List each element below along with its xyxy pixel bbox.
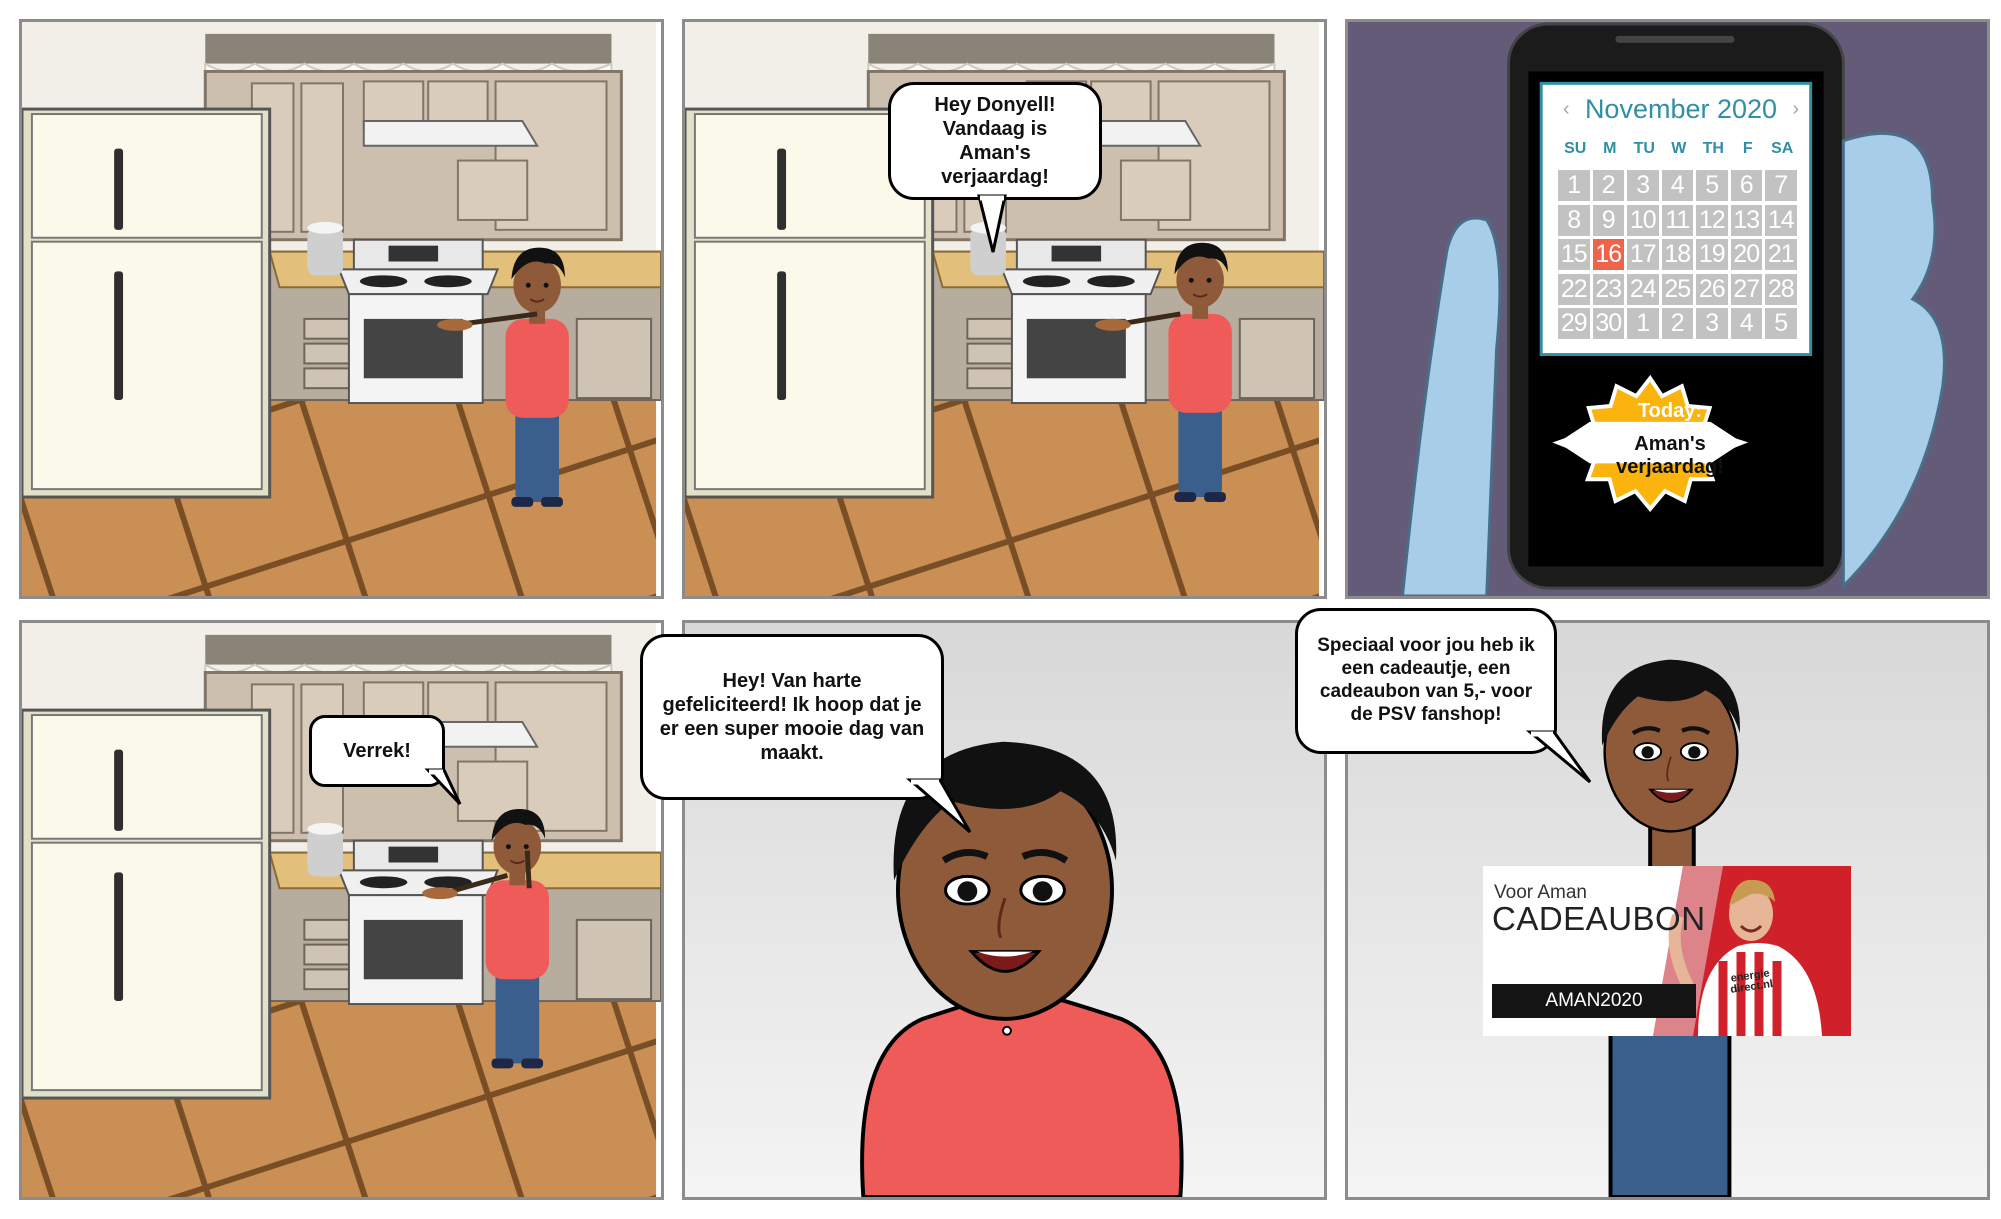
calendar-day[interactable]: 14	[1765, 204, 1797, 236]
calendar-day[interactable]: 21	[1765, 239, 1797, 270]
speech-bubble-gift: Speciaal voor jou heb ik een cadeautje, …	[1295, 608, 1557, 754]
calendar-day[interactable]: 25	[1661, 273, 1693, 305]
calendar-day[interactable]: 3	[1696, 308, 1728, 339]
speech-bubble-aman: Hey! Van harte gefeliciteerd! Ik hoop da…	[640, 634, 944, 800]
voucher-title: CADEAUBON	[1492, 900, 1706, 937]
calendar-day[interactable]: 19	[1696, 239, 1728, 270]
today-badge-text: Today: Aman's verjaardag!	[1590, 400, 1750, 479]
calendar-weekday: M	[1603, 140, 1617, 157]
today-text: Aman's verjaardag!	[1616, 433, 1724, 478]
speech-bubble-tail	[977, 194, 1007, 253]
chevron-right-icon[interactable]: ›	[1792, 98, 1799, 121]
speech-bubble-text: Hey Donyell! Vandaag is Aman's verjaarda…	[934, 94, 1056, 188]
calendar-day[interactable]: 6	[1730, 170, 1762, 201]
aman-character	[1602, 660, 1740, 832]
calendar-day[interactable]: 8	[1558, 204, 1590, 236]
speech-bubble-smart-speaker: Hey Donyell! Vandaag is Aman's verjaarda…	[888, 82, 1102, 200]
calendar-day[interactable]: 22	[1558, 273, 1590, 305]
calendar-day[interactable]: 11	[1661, 204, 1693, 236]
calendar-day[interactable]: 10	[1627, 204, 1659, 236]
calendar-day[interactable]: 5	[1696, 170, 1728, 201]
voucher-code: AMAN2020	[1492, 984, 1696, 1018]
calendar-day[interactable]: 7	[1765, 170, 1797, 201]
calendar-day-grid: 1 2 3 4 5 6 7 8 9 10 11 12 13 14 15 16 17 18 19 20 21 22 23 24 2…	[1558, 170, 1804, 342]
calendar-day[interactable]: 18	[1661, 239, 1693, 270]
comic-panel-1	[19, 19, 664, 599]
comic-panel-4	[19, 620, 664, 1200]
calendar-day[interactable]: 29	[1558, 308, 1590, 339]
calendar-day[interactable]: 13	[1730, 204, 1762, 236]
calendar-day[interactable]: 1	[1627, 308, 1659, 339]
kitchen-scene	[22, 22, 661, 596]
speech-bubble-text: Hey! Van harte gefeliciteerd! Ik hoop da…	[659, 670, 925, 764]
psv-gift-voucher: Voor Aman CADEAUBON energie direct.nl AM…	[1483, 866, 1851, 1036]
calendar-weekday: SA	[1771, 140, 1794, 157]
speech-bubble-tail	[424, 768, 462, 806]
calendar-weekday: SU	[1564, 140, 1587, 157]
calendar-day[interactable]: 4	[1661, 170, 1693, 201]
speech-bubble-text: Verrek!	[343, 740, 411, 762]
calendar-day[interactable]: 20	[1730, 239, 1762, 270]
calendar-day[interactable]: 23	[1592, 273, 1624, 305]
calendar-weekday: W	[1671, 140, 1687, 157]
calendar-day[interactable]: 28	[1765, 273, 1797, 305]
calendar-month-title: November 2020	[1584, 94, 1778, 124]
calendar-weekday: F	[1742, 140, 1753, 157]
calendar-day[interactable]: 2	[1661, 308, 1693, 339]
today-heading: Today:	[1637, 400, 1703, 422]
calendar-day[interactable]: 26	[1696, 273, 1728, 305]
kitchen-scene	[22, 623, 661, 1197]
speech-bubble-donyell: Verrek!	[309, 715, 445, 787]
calendar-weekday: TH	[1702, 140, 1724, 157]
calendar-header: ‹ November 2020 ›	[1545, 94, 1817, 130]
calendar-day[interactable]: 12	[1696, 204, 1728, 236]
calendar-day[interactable]: 24	[1627, 273, 1659, 305]
speech-bubble-tail	[1525, 730, 1592, 784]
speech-bubble-tail	[905, 778, 972, 834]
calendar-weekday-row: SU M TU W TH F SA	[1558, 140, 1804, 164]
calendar-day-today[interactable]: 16	[1592, 239, 1624, 270]
calendar-day[interactable]: 17	[1627, 239, 1659, 270]
calendar-day[interactable]: 1	[1558, 170, 1590, 201]
speech-bubble-text: Speciaal voor jou heb ik een cadeautje, …	[1317, 635, 1535, 725]
calendar-weekday: TU	[1633, 140, 1655, 157]
calendar-day[interactable]: 27	[1730, 273, 1762, 305]
calendar-day[interactable]: 9	[1592, 204, 1624, 236]
calendar-day[interactable]: 3	[1627, 170, 1659, 201]
calendar-day[interactable]: 2	[1592, 170, 1624, 201]
calendar-day[interactable]: 15	[1558, 239, 1590, 270]
calendar-day[interactable]: 4	[1730, 308, 1762, 339]
calendar-day[interactable]: 5	[1765, 308, 1797, 339]
calendar-day[interactable]: 30	[1592, 308, 1624, 339]
